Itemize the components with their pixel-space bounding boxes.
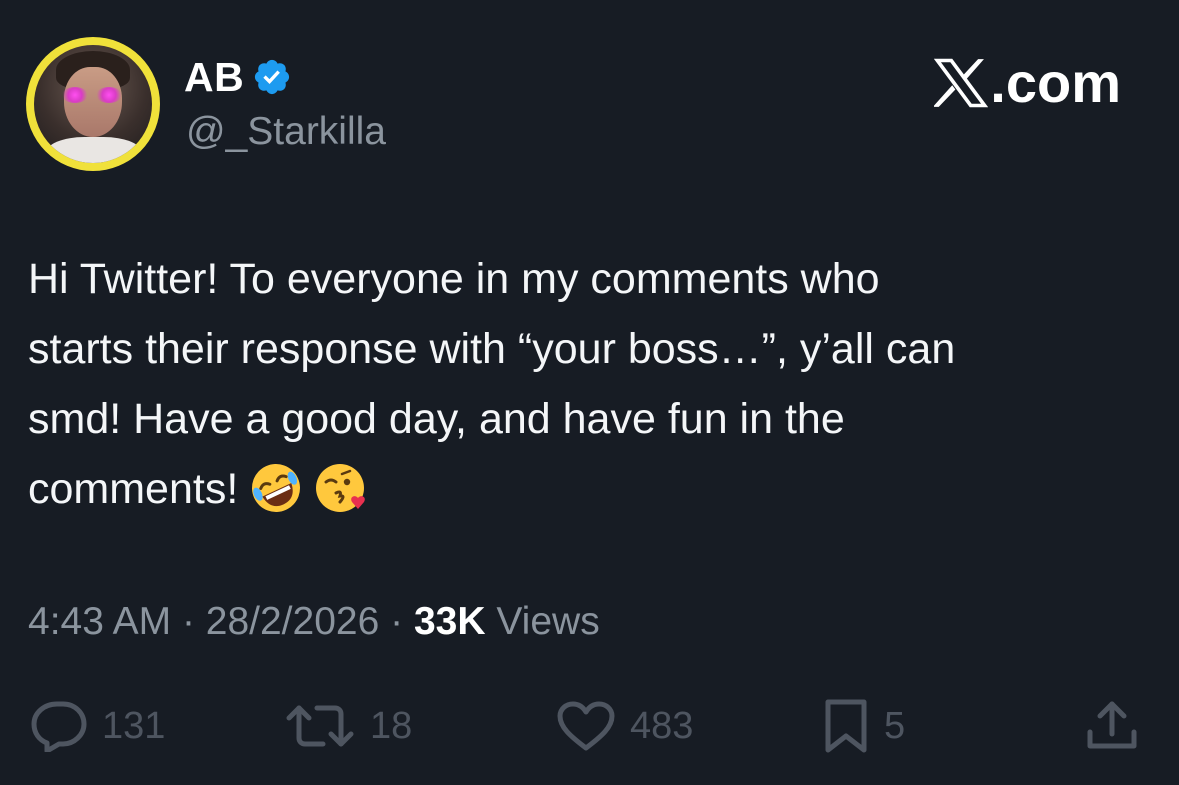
rolling-on-floor-laughing-emoji	[248, 460, 304, 516]
bookmark-count: 5	[884, 704, 906, 747]
tweet-text-line: smd! Have a good day, and have fun in th…	[28, 395, 845, 443]
like-count: 483	[630, 704, 694, 747]
x-logo-icon	[934, 58, 989, 108]
tweet-text-line: comments!	[28, 465, 239, 513]
tweet-text-last-line: comments!	[28, 454, 1158, 524]
tweet-time[interactable]: 4:43 AM	[28, 600, 171, 643]
tweet-date[interactable]: 28/2/2026	[206, 600, 380, 643]
reply-icon	[30, 700, 88, 752]
verified-badge-icon	[252, 57, 292, 97]
tweet-text: Hi Twitter! To everyone in my comments w…	[28, 244, 1158, 524]
face-blowing-kiss-emoji	[314, 460, 370, 516]
author-name-row: AB	[184, 54, 292, 100]
avatar-photo	[34, 45, 152, 163]
repost-button[interactable]: 18	[284, 690, 412, 762]
bookmark-button[interactable]: 5	[822, 690, 905, 762]
heart-icon	[556, 700, 616, 752]
bookmark-icon	[822, 698, 870, 754]
reply-count: 131	[102, 704, 166, 747]
display-name[interactable]: AB	[184, 54, 244, 101]
brand-watermark: .com	[934, 50, 1121, 115]
brand-domain: .com	[990, 51, 1121, 114]
share-button[interactable]	[1084, 690, 1140, 762]
meta-separator: ·	[390, 600, 404, 643]
tweet-text-line: Hi Twitter! To everyone in my comments w…	[28, 255, 880, 303]
repost-count: 18	[370, 704, 413, 747]
action-bar: 131 18 483 5	[0, 690, 1179, 762]
tweet-card: AB @_Starkilla .com Hi Twitter! To every…	[0, 0, 1179, 785]
views-label: Views	[496, 600, 600, 643]
handle[interactable]: @_Starkilla	[186, 110, 386, 154]
repost-icon	[284, 700, 356, 752]
avatar[interactable]	[26, 37, 160, 171]
tweet-text-line: starts their response with “your boss…”,…	[28, 325, 956, 373]
like-button[interactable]: 483	[556, 690, 693, 762]
share-icon	[1084, 698, 1140, 754]
views-count: 33K	[413, 600, 486, 643]
reply-button[interactable]: 131	[30, 690, 165, 762]
tweet-meta: 4:43 AM · 28/2/2026 · 33K Views	[28, 600, 600, 644]
meta-separator: ·	[181, 600, 195, 643]
